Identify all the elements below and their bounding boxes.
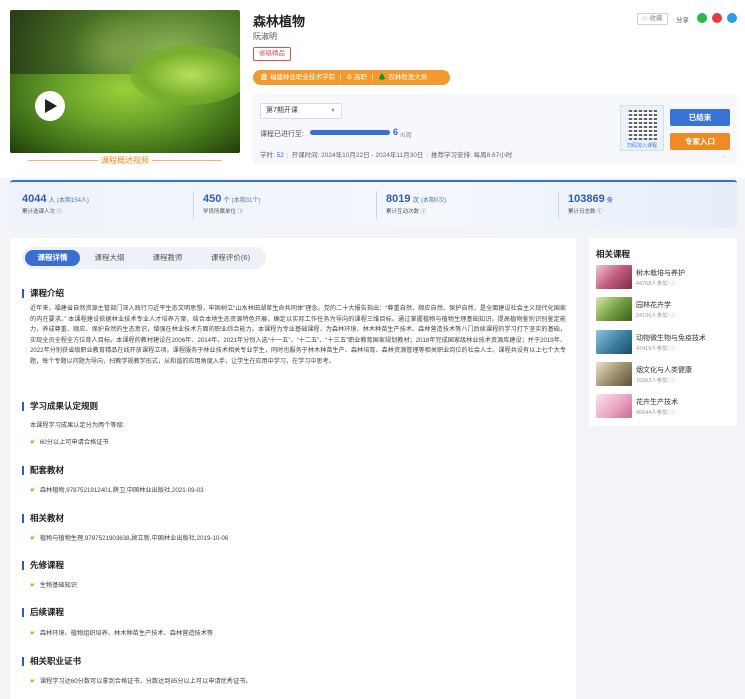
intro-text: 近年来，福建省自然资源主管部门深入践行习近平生态文明思想，牢固树立“山水林田湖草…: [30, 305, 566, 365]
hand-pointer-icon: ☛: [30, 439, 36, 446]
course-thumbnail: [596, 265, 632, 289]
hand-pointer-icon: ☛: [30, 630, 36, 637]
related-course-item[interactable]: 花卉生产技术 45644人参加 ⓘ: [596, 394, 734, 420]
textbook-heading: 配套教材: [22, 466, 64, 475]
rule-text: 本课程学习成果认定分为两个等级:: [30, 422, 125, 429]
progress-done: 6: [393, 127, 399, 137]
cert-heading: 相关职业证书: [22, 657, 81, 666]
chevron-down-icon: ▼: [330, 108, 336, 114]
weibo-icon[interactable]: [712, 13, 722, 23]
tab-outline[interactable]: 课程大纲: [82, 250, 137, 266]
course-title: 森林植物: [253, 14, 306, 29]
course-video[interactable]: [10, 10, 240, 153]
qq-icon[interactable]: [727, 13, 737, 23]
progress-fill: [310, 130, 390, 135]
related-textbook-heading: 相关教材: [22, 514, 64, 523]
progress-total: /6周: [400, 132, 412, 139]
hand-pointer-icon: ☛: [30, 678, 36, 685]
course-thumbnail: [596, 362, 632, 386]
school-link[interactable]: 🏛 福建林业职业技术学院: [260, 74, 335, 81]
related-course-item[interactable]: 动物微生物与免疫技术 47419人参加 ⓘ: [596, 330, 734, 356]
follow-heading: 后续课程: [22, 608, 64, 617]
course-thumbnail: [596, 297, 632, 321]
related-course-item[interactable]: 园林花卉学 24196人参加 ⓘ: [596, 297, 734, 323]
progress-label: 课程已进行至:: [260, 131, 304, 138]
tab-reviews[interactable]: 课程评价(6): [198, 250, 263, 266]
tab-bar: 课程详情 课程大纲 课程教师 课程评价(6): [22, 247, 266, 269]
favorite-button[interactable]: ☆ 收藏: [637, 13, 668, 25]
list-item: ☛ 森林环境、植物组织培养、林木种苗生产技术、森林营造技术等: [30, 630, 214, 637]
course-period: 开课时间: 2024年10月22日 - 2024年11月30日: [291, 152, 424, 159]
course-meta: 学时: 52 | 开课时间: 2024年10月22日 - 2024年11月30日 | 推…: [260, 152, 513, 159]
course-teacher[interactable]: 阮淑明: [253, 31, 277, 42]
study-recommendation: 推荐学习安排: 每周8.67小时: [431, 152, 513, 159]
stat-enrollments: 4044 人 (本期154人) 累计选课人次 ⓘ: [22, 193, 89, 215]
list-item: ☛ 植物与植物生理,9787521903638,顾立新,中国林业出版社,2019-…: [30, 535, 229, 542]
tab-details[interactable]: 课程详情: [25, 250, 80, 266]
semester-select[interactable]: 第7期开课 ▼: [260, 103, 342, 119]
intro-heading: 课程介绍: [22, 289, 64, 298]
ended-button[interactable]: 已结束: [670, 109, 730, 126]
stats-strip: 4044 人 (本期154人) 累计选课人次 ⓘ 450 个 (本期31个) 学…: [10, 180, 737, 228]
list-item: ☛ 60分以上可申请合格证书: [30, 439, 109, 446]
qr-code[interactable]: 扫码加入课程: [620, 105, 664, 151]
stat-interactions: 8019 次 (本期0次) 累计互动次数 ⓘ: [386, 193, 447, 215]
prereq-heading: 先修课程: [22, 561, 64, 570]
list-item: ☛ 生物基础知识: [30, 582, 77, 589]
tab-teachers[interactable]: 课程教师: [140, 250, 195, 266]
level-label: ⚙ 高职: [346, 74, 368, 81]
level-badge: 省级精品: [253, 47, 291, 61]
hand-pointer-icon: ☛: [30, 535, 36, 542]
share-label: 分享: [676, 17, 689, 24]
wechat-icon[interactable]: [697, 13, 707, 23]
qr-code-image: [627, 110, 657, 140]
course-thumbnail: [596, 394, 632, 418]
expert-entry-button[interactable]: 专家入口: [670, 133, 730, 150]
related-course-item[interactable]: 烟文化与人类健康 16603人参加 ⓘ: [596, 362, 734, 388]
video-caption[interactable]: 课程概述视频: [10, 155, 240, 166]
related-courses-heading: 相关课程: [596, 249, 631, 259]
hours-value: 52: [276, 152, 284, 159]
list-item: ☛ 森林植物,9787521912401,薛卫,中国林业出版社,2021-09-0…: [30, 487, 204, 494]
stat-units: 450 个 (本期31个) 学员所属单位 ⓘ: [203, 193, 261, 215]
org-bar: 🏛 福建林业职业技术学院 | ⚙ 高职 | 🌲 农林牧渔大类: [253, 70, 450, 85]
play-icon[interactable]: [35, 91, 65, 121]
stat-logs: 103869 条 累计日志数 ⓘ: [568, 193, 614, 215]
related-course-item[interactable]: 树木栽培与养护 44758人参加 ⓘ: [596, 265, 734, 291]
category-label: 🌲 农林牧渔大类: [378, 74, 428, 81]
rule-heading: 学习成果认定规则: [22, 402, 98, 411]
progress-bar: [310, 130, 390, 135]
hand-pointer-icon: ☛: [30, 582, 36, 589]
hand-pointer-icon: ☛: [30, 487, 36, 494]
course-thumbnail: [596, 330, 632, 354]
list-item: ☛ 课程学习达60分数可以拿到合格证书，分数达到85分以上可以申请优秀证书。: [30, 678, 252, 685]
